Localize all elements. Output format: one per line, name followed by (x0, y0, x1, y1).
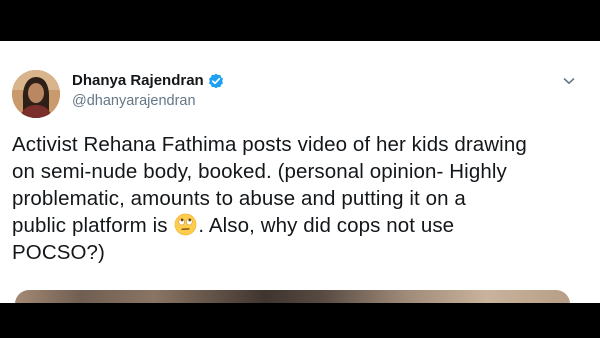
tweet-card: Dhanya Rajendran @dhanyarajendran Activi… (0, 41, 600, 303)
letterbox-bottom (0, 303, 600, 338)
verified-badge-icon (208, 73, 224, 89)
tweet-menu-button[interactable] (558, 70, 580, 92)
avatar[interactable] (12, 70, 60, 118)
tweet-text-segment: public platform is (12, 214, 174, 237)
avatar-image (12, 70, 60, 118)
display-name[interactable]: Dhanya Rajendran (72, 72, 204, 89)
author-name-row: Dhanya Rajendran (72, 72, 224, 89)
face-with-rolling-eyes-emoji-icon (174, 213, 197, 236)
tweet-text-line: problematic, amounts to abuse and puttin… (12, 187, 466, 210)
tweet-text-line: POCSO?) (12, 241, 105, 264)
user-handle[interactable]: @dhanyarajendran (72, 93, 196, 109)
tweet-text-line: Activist Rehana Fathima posts video of h… (12, 133, 527, 156)
letterbox-top (0, 0, 600, 41)
tweet-media-preview[interactable] (15, 290, 570, 303)
tweet-text-line: public platform is . Also, why did cops … (12, 212, 588, 239)
tweet-text-segment: . Also, why did cops not use (198, 214, 455, 237)
tweet-text-line: on semi-nude body, booked. (personal opi… (12, 160, 507, 183)
tweet-text: Activist Rehana Fathima posts video of h… (12, 131, 588, 266)
chevron-down-icon (563, 78, 575, 84)
